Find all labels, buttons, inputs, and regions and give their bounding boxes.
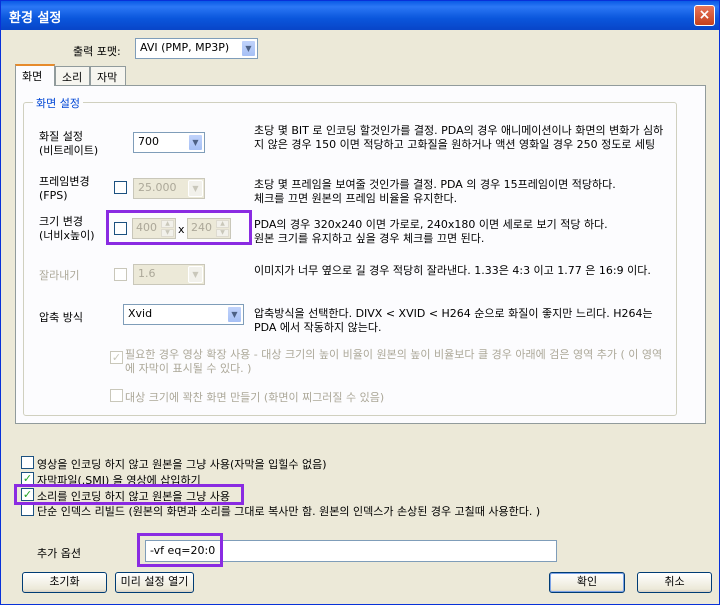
codec-label: 압축 방식 xyxy=(39,311,83,324)
title-bar: 환경 설정 × xyxy=(1,1,719,30)
chevron-down-icon[interactable]: ▼ xyxy=(188,180,203,197)
fps-checkbox[interactable] xyxy=(114,181,127,194)
chevron-down-icon[interactable]: ▼ xyxy=(227,306,242,323)
crop-checkbox[interactable] xyxy=(114,268,127,281)
codec-description: 압축방식을 선택한다. DIVX < XVID < H264 순으로 화질이 좋… xyxy=(254,307,653,334)
window-title: 환경 설정 xyxy=(9,11,62,26)
cancel-button[interactable]: 취소 xyxy=(637,572,712,593)
quality-select[interactable]: 700 ▼ xyxy=(133,132,205,153)
size-label: 크기 변경 (너비x높이) xyxy=(39,215,95,242)
extra-options-label: 추가 옵션 xyxy=(37,547,81,560)
fit-label: 대상 크기에 꽉찬 화면 만들기 (화면이 찌그러질 수 있음) xyxy=(125,391,385,404)
tab-sound[interactable]: 소리 xyxy=(55,66,90,85)
close-icon[interactable]: × xyxy=(694,5,715,26)
output-format-value: AVI (PMP, MP3P) xyxy=(140,41,230,54)
settings-window: 환경 설정 × 출력 포맷: AVI (PMP, MP3P) ▼ 화면 소리 자… xyxy=(0,0,720,605)
codec-select[interactable]: Xvid ▼ xyxy=(123,304,244,325)
reset-button[interactable]: 초기화 xyxy=(22,572,107,593)
tab-subtitle[interactable]: 자막 xyxy=(90,66,126,85)
highlight-box xyxy=(14,484,244,505)
tab-screen[interactable]: 화면 xyxy=(15,64,55,86)
fps-label: 프레임변경 (FPS) xyxy=(39,175,90,202)
quality-description: 초당 몇 BIT 로 인코딩 할것인가를 결정. PDA의 경우 애니메이션이나… xyxy=(254,124,664,151)
open-preset-button[interactable]: 미리 설정 열기 xyxy=(115,572,194,593)
chevron-down-icon[interactable]: ▼ xyxy=(188,266,203,283)
output-format-select[interactable]: AVI (PMP, MP3P) ▼ xyxy=(135,38,258,59)
no-video-encode-label: 영상을 인코딩 하지 않고 원본을 그냥 사용(자막을 입힐수 없음) xyxy=(37,458,327,471)
fit-checkbox[interactable] xyxy=(110,389,123,402)
ok-button[interactable]: 확인 xyxy=(549,572,625,593)
no-video-encode-checkbox[interactable] xyxy=(21,456,34,469)
codec-value: Xvid xyxy=(128,307,153,320)
crop-label: 잘라내기 xyxy=(39,269,80,282)
size-description: PDA의 경우 320x240 이면 가로로, 240x180 이면 세로로 보… xyxy=(254,218,608,245)
output-format-label: 출력 포맷: xyxy=(73,45,121,58)
fps-value: 25.000 xyxy=(138,181,177,194)
fps-select[interactable]: 25.000 ▼ xyxy=(133,178,205,199)
fps-description: 초당 몇 프레임을 보여줄 것인가를 결정. PDA 의 경우 15프레임이면 … xyxy=(254,178,616,205)
chevron-down-icon[interactable]: ▼ xyxy=(241,40,256,57)
highlight-box xyxy=(106,210,252,245)
group-title: 화면 설정 xyxy=(33,95,83,111)
crop-select[interactable]: 1.6 ▼ xyxy=(133,264,205,285)
quality-value: 700 xyxy=(138,135,159,148)
crop-description: 이미지가 너무 옆으로 길 경우 적당히 잘라낸다. 1.33은 4:3 이고 … xyxy=(254,264,651,277)
quality-label: 화질 설정 (비트레이트) xyxy=(39,130,99,157)
index-rebuild-label: 단순 인덱스 리빌드 (원본의 화면과 소리를 그대로 복사만 함. 원본의 인… xyxy=(37,505,541,518)
crop-value: 1.6 xyxy=(138,267,156,280)
chevron-down-icon[interactable]: ▼ xyxy=(188,134,203,151)
expand-checkbox[interactable]: ✓ xyxy=(110,351,123,364)
expand-label: 필요한 경우 영상 확장 사용 - 대상 크기의 높이 비율이 원본의 높이 비… xyxy=(125,348,663,375)
highlight-box xyxy=(137,533,223,567)
